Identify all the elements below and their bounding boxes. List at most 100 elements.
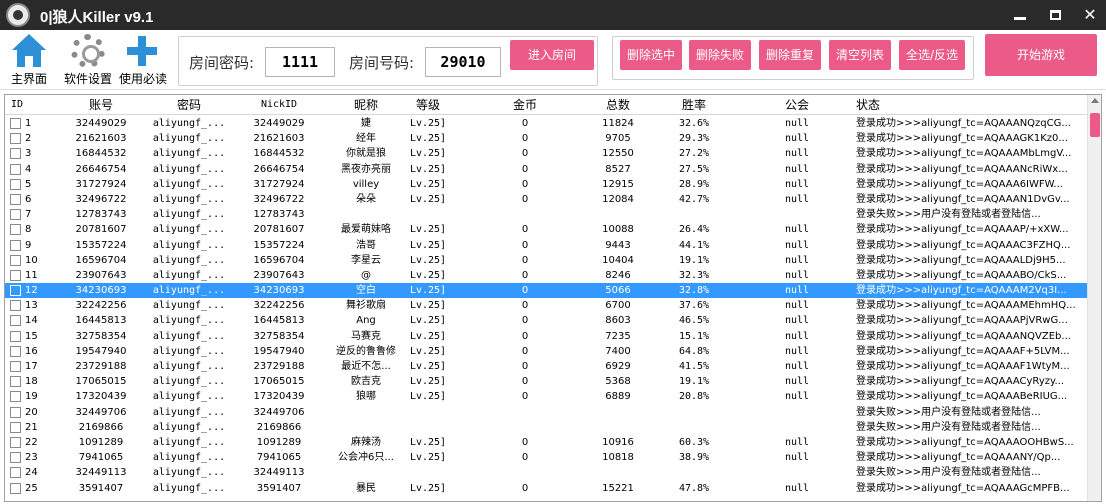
select-all-button[interactable]: 全选/反选	[899, 40, 965, 70]
column-header-total[interactable]: 总数	[578, 95, 658, 115]
help-button[interactable]: 使用必读	[118, 32, 168, 88]
row-checkbox[interactable]	[10, 178, 21, 190]
table-row[interactable]: 8 20781607 aliyungf_... 20781607 最爱萌妹咯 Lv.25]…	[5, 222, 1087, 237]
minimize-button[interactable]	[1004, 0, 1036, 30]
column-header-id[interactable]: ID	[11, 95, 23, 115]
row-checkbox[interactable]	[10, 467, 21, 479]
table-row[interactable]: 12 34230693 aliyungf_... 34230693 空白 Lv.25] 0 5…	[5, 283, 1087, 299]
gold-cell	[495, 465, 555, 480]
delete-failed-button[interactable]: 删除失败	[689, 40, 751, 70]
winrate-cell: 42.7%	[678, 193, 710, 205]
list-header: ID 账号 密码 NickID 昵称 等级 金币 总数 胜率 公会 状态	[5, 95, 1087, 115]
table-row[interactable]: 1 32449029 aliyungf_... 32449029 婕 Lv.25] 0 118…	[5, 116, 1087, 131]
row-checkbox[interactable]	[10, 345, 21, 357]
row-checkbox[interactable]	[10, 224, 21, 236]
password-cell: aliyungf_...	[152, 315, 226, 327]
row-checkbox[interactable]	[10, 239, 21, 251]
table-row[interactable]: 15 32758354 aliyungf_... 32758354 马赛克 Lv.25] 0…	[5, 329, 1087, 344]
row-checkbox[interactable]	[10, 361, 21, 372]
row-checkbox[interactable]	[10, 118, 21, 129]
scroll-up-arrow-icon[interactable]	[1091, 98, 1099, 103]
password-cell: aliyungf_...	[152, 133, 226, 145]
row-checkbox[interactable]	[10, 148, 21, 160]
maximize-button[interactable]	[1040, 0, 1072, 30]
table-row[interactable]: 24 32449113 aliyungf_... 32449113 登录失败>>>用户没…	[5, 465, 1087, 480]
gold-cell: 0	[521, 436, 529, 448]
table-row[interactable]: 20 32449706 aliyungf_... 32449706 登录失败>>>用户没…	[5, 405, 1087, 420]
guild-cell: null	[784, 452, 810, 464]
row-id: 18	[25, 376, 38, 388]
table-row[interactable]: 19 17320439 aliyungf_... 17320439 狼哪 Lv.25] 0 6…	[5, 389, 1087, 404]
row-id: 4	[25, 163, 32, 175]
level-cell: Lv.25]	[409, 224, 447, 236]
row-id: 3	[25, 148, 32, 160]
table-row[interactable]: 5 31727924 aliyungf_... 31727924 villey Lv.25…	[5, 177, 1087, 192]
password-cell: aliyungf_...	[152, 148, 226, 160]
row-checkbox[interactable]	[10, 406, 21, 418]
row-checkbox[interactable]	[10, 452, 21, 464]
row-checkbox[interactable]	[10, 254, 21, 266]
password-cell: aliyungf_...	[152, 376, 226, 388]
table-row[interactable]: 17 23729188 aliyungf_... 23729188 最近不怎... Lv.…	[5, 359, 1087, 374]
column-header-status[interactable]: 状态	[856, 95, 880, 115]
nickid-cell: 21621603	[253, 133, 305, 145]
table-row[interactable]: 9 15357224 aliyungf_... 15357224 浩哥 Lv.25] 0 94…	[5, 238, 1087, 253]
table-row[interactable]: 3 16844532 aliyungf_... 16844532 你就是狼 Lv.25] 0…	[5, 146, 1087, 161]
row-checkbox[interactable]	[10, 285, 21, 297]
column-header-level[interactable]: 等级	[398, 95, 458, 115]
delete-selected-button[interactable]: 删除选中	[620, 40, 682, 70]
room-number-input[interactable]: 29010	[425, 47, 501, 77]
total-cell: 9443	[605, 239, 631, 251]
table-row[interactable]: 18 17065015 aliyungf_... 17065015 欧吉克 Lv.25] 0…	[5, 374, 1087, 389]
row-checkbox[interactable]	[10, 300, 21, 312]
account-cell: 17065015	[75, 376, 127, 388]
account-cell: 26646754	[75, 163, 127, 175]
table-row[interactable]: 2 21621603 aliyungf_... 21621603 经年 Lv.25] 0 97…	[5, 131, 1087, 146]
table-row[interactable]: 6 32496722 aliyungf_... 32496722 朵朵 Lv.25] 0 12…	[5, 192, 1087, 207]
gold-cell: 0	[521, 178, 529, 190]
column-header-winrate[interactable]: 胜率	[657, 95, 731, 115]
gold-cell	[495, 405, 555, 420]
row-checkbox[interactable]	[10, 391, 21, 403]
table-row[interactable]: 11 23907643 aliyungf_... 23907643 @ Lv.25] 0 82…	[5, 268, 1087, 283]
row-checkbox[interactable]	[10, 421, 21, 433]
clear-list-button[interactable]: 清空列表	[829, 40, 891, 70]
row-checkbox[interactable]	[10, 315, 21, 327]
column-header-nickid[interactable]: NickID	[230, 95, 328, 115]
close-button[interactable]: ✕	[1074, 0, 1106, 30]
row-checkbox[interactable]	[10, 193, 21, 205]
row-checkbox[interactable]	[10, 269, 21, 281]
room-password-input[interactable]: 1111	[265, 47, 335, 77]
table-row[interactable]: 21 2169866 aliyungf_... 2169866 登录失败>>>用户没有登…	[5, 420, 1087, 435]
table-row[interactable]: 4 26646754 aliyungf_... 26646754 黑夜亦亮丽 Lv.25]…	[5, 162, 1087, 177]
table-row[interactable]: 10 16596704 aliyungf_... 16596704 李星云 Lv.25] 0…	[5, 253, 1087, 268]
level-cell: Lv.25]	[409, 163, 447, 175]
column-header-guild[interactable]: 公会	[760, 95, 834, 115]
table-row[interactable]: 25 3591407 aliyungf_... 3591407 暴民 Lv.25] 0 152…	[5, 481, 1087, 496]
start-game-button[interactable]: 开始游戏	[985, 34, 1097, 76]
scrollbar-thumb[interactable]	[1090, 113, 1100, 137]
table-row[interactable]: 22 1091289 aliyungf_... 1091289 麻辣汤 Lv.25] 0 10…	[5, 435, 1087, 450]
settings-button[interactable]: 软件设置	[60, 32, 116, 88]
row-checkbox[interactable]	[10, 330, 21, 342]
table-row[interactable]: 16 19547940 aliyungf_... 19547940 逆反的鲁鲁修 Lv.2…	[5, 344, 1087, 359]
column-header-password[interactable]: 密码	[145, 95, 233, 115]
column-header-gold[interactable]: 金币	[495, 95, 555, 115]
row-checkbox[interactable]	[10, 209, 21, 221]
enter-room-button[interactable]: 进入房间	[510, 40, 594, 70]
column-header-account[interactable]: 账号	[51, 95, 151, 115]
delete-duplicates-button[interactable]: 删除重复	[759, 40, 821, 70]
account-cell: 1091289	[78, 436, 124, 448]
vertical-scrollbar[interactable]	[1087, 95, 1101, 501]
row-checkbox[interactable]	[10, 163, 21, 175]
table-row[interactable]: 13 32242256 aliyungf_... 32242256 舞衫歌扇 Lv.25]…	[5, 298, 1087, 313]
row-checkbox[interactable]	[10, 133, 21, 145]
row-checkbox[interactable]	[10, 376, 21, 388]
home-button[interactable]: 主界面	[4, 32, 54, 88]
table-row[interactable]: 14 16445813 aliyungf_... 16445813 Ang Lv.25] 0…	[5, 313, 1087, 328]
table-row[interactable]: 23 7941065 aliyungf_... 7941065 公会冲6只... Lv.2…	[5, 450, 1087, 465]
nickid-cell: 32449706	[253, 406, 305, 418]
row-checkbox[interactable]	[10, 482, 21, 494]
row-checkbox[interactable]	[10, 436, 21, 448]
table-row[interactable]: 7 12783743 aliyungf_... 12783743 登录失败>>>用户没有…	[5, 207, 1087, 222]
